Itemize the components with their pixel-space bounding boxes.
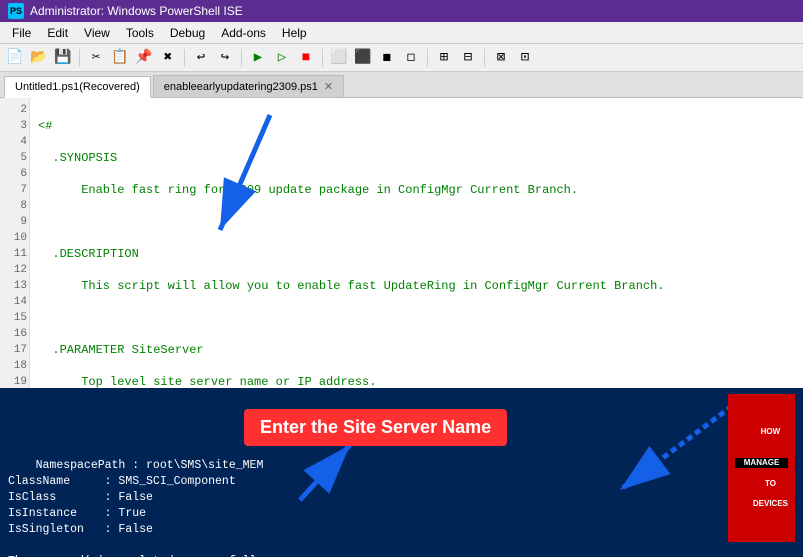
console-line-1: NamespacePath : root\SMS\site_MEM bbox=[36, 459, 264, 472]
tab-untitled[interactable]: Untitled1.ps1(Recovered) bbox=[4, 76, 151, 98]
console-line-3: IsClass : False bbox=[8, 491, 153, 504]
menu-tools[interactable]: Tools bbox=[118, 24, 162, 42]
menu-view[interactable]: View bbox=[76, 24, 118, 42]
tabs: Untitled1.ps1(Recovered) enableearlyupda… bbox=[0, 72, 803, 98]
toolbar-misc2[interactable]: ⊟ bbox=[457, 47, 479, 69]
menu-help[interactable]: Help bbox=[274, 24, 315, 42]
toolbar-open[interactable]: 📂 bbox=[28, 47, 50, 69]
toolbar-sep1 bbox=[79, 49, 80, 67]
watermark-how: HOW bbox=[761, 427, 781, 436]
toolbar-debug2[interactable]: ⬛ bbox=[352, 47, 374, 69]
menu-file[interactable]: File bbox=[4, 24, 39, 42]
console-line-4: IsInstance : True bbox=[8, 507, 146, 520]
toolbar-debug3[interactable]: ◼ bbox=[376, 47, 398, 69]
toolbar-sep2 bbox=[184, 49, 185, 67]
toolbar-undo[interactable]: ↩ bbox=[190, 47, 212, 69]
toolbar-clear[interactable]: ✖ bbox=[157, 47, 179, 69]
title-bar: PS Administrator: Windows PowerShell ISE bbox=[0, 0, 803, 22]
editor-area[interactable]: 2 3 4 5 6 7 8 9 10 11 12 13 14 15 16 17 … bbox=[0, 98, 803, 388]
toolbar-run[interactable]: ▶ bbox=[247, 47, 269, 69]
watermark-manage: MANAGE bbox=[735, 458, 788, 468]
console-line-2: ClassName : SMS_SCI_Component bbox=[8, 475, 236, 488]
tab-enableearly[interactable]: enableearlyupdatering2309.ps1 ✕ bbox=[153, 75, 344, 97]
toolbar-sep5 bbox=[427, 49, 428, 67]
toolbar-paste[interactable]: 📌 bbox=[133, 47, 155, 69]
toolbar: 📄 📂 💾 ✂ 📋 📌 ✖ ↩ ↪ ▶ ▷ ■ ⬜ ⬛ ◼ ◻ ⊞ ⊟ ⊠ ⊡ bbox=[0, 44, 803, 72]
watermark-devices: DEVICES bbox=[753, 499, 788, 508]
toolbar-sep4 bbox=[322, 49, 323, 67]
toolbar-run-selection[interactable]: ▷ bbox=[271, 47, 293, 69]
toolbar-misc1[interactable]: ⊞ bbox=[433, 47, 455, 69]
toolbar-sep6 bbox=[484, 49, 485, 67]
toolbar-cut[interactable]: ✂ bbox=[85, 47, 107, 69]
toolbar-redo[interactable]: ↪ bbox=[214, 47, 236, 69]
tab-enableearly-label: enableearlyupdatering2309.ps1 bbox=[164, 81, 318, 93]
console-line-5: IsSingleton : False bbox=[8, 523, 153, 536]
tab-enableearly-close[interactable]: ✕ bbox=[324, 80, 333, 93]
menu-addons[interactable]: Add-ons bbox=[213, 24, 274, 42]
app-icon: PS bbox=[8, 3, 24, 19]
menu-bar: File Edit View Tools Debug Add-ons Help bbox=[0, 22, 803, 44]
toolbar-stop[interactable]: ■ bbox=[295, 47, 317, 69]
code-content[interactable]: <# .SYNOPSIS Enable fast ring for 2309 u… bbox=[30, 98, 803, 388]
toolbar-sep3 bbox=[241, 49, 242, 67]
toolbar-debug1[interactable]: ⬜ bbox=[328, 47, 350, 69]
toolbar-save[interactable]: 💾 bbox=[52, 47, 74, 69]
line-numbers: 2 3 4 5 6 7 8 9 10 11 12 13 14 15 16 17 … bbox=[0, 98, 30, 388]
console-area[interactable]: HOW MANAGE TO DEVICES NamespacePath : ro… bbox=[0, 388, 803, 557]
toolbar-debug4[interactable]: ◻ bbox=[400, 47, 422, 69]
title-text: Administrator: Windows PowerShell ISE bbox=[30, 4, 243, 18]
tab-untitled-label: Untitled1.ps1(Recovered) bbox=[15, 81, 140, 93]
toolbar-copy[interactable]: 📋 bbox=[109, 47, 131, 69]
toolbar-misc3[interactable]: ⊠ bbox=[490, 47, 512, 69]
main-container: PS Administrator: Windows PowerShell ISE… bbox=[0, 0, 803, 557]
toolbar-misc4[interactable]: ⊡ bbox=[514, 47, 536, 69]
watermark: HOW MANAGE TO DEVICES bbox=[728, 394, 795, 542]
toolbar-new[interactable]: 📄 bbox=[4, 47, 26, 69]
menu-edit[interactable]: Edit bbox=[39, 24, 76, 42]
menu-debug[interactable]: Debug bbox=[162, 24, 213, 42]
watermark-to: TO bbox=[765, 479, 776, 488]
